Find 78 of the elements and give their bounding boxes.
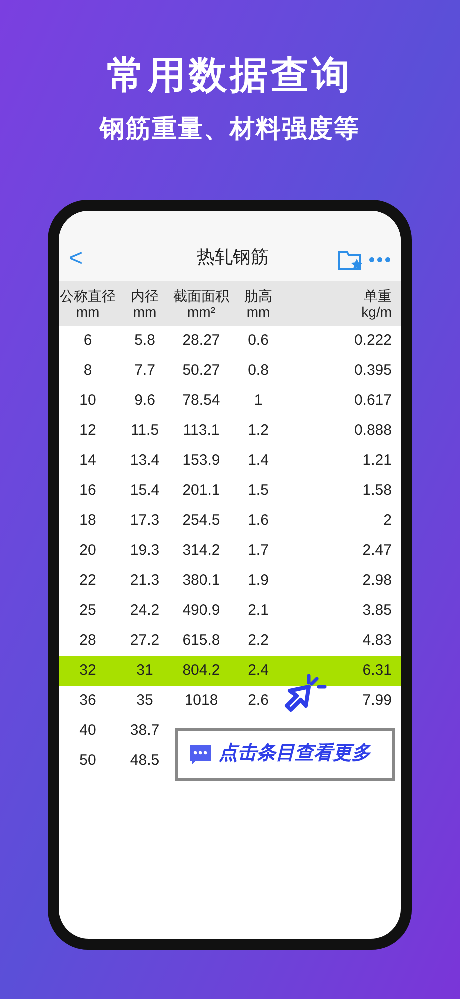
hint-text: 点击条目查看更多 — [219, 742, 371, 766]
table-cell-text: 28.27 — [182, 330, 222, 351]
promo-title: 常用数据查询 — [107, 54, 353, 99]
table-cell-text: 16 — [78, 480, 98, 501]
table-cell-text: 27.2 — [129, 630, 161, 651]
table-cell-text: 5.8 — [134, 330, 156, 351]
table-cell-text: 2.98 — [362, 570, 393, 591]
table-cell-text: 2.4 — [247, 660, 270, 681]
table-cell-text: 17.3 — [129, 510, 161, 531]
table-cell-text: 1.5 — [247, 480, 270, 501]
table-cell-text: 1.4 — [247, 450, 270, 471]
table-cell-text: 19.3 — [129, 540, 161, 561]
table-cell-text: 50 — [78, 750, 98, 771]
column-header: 截面面积 mm² — [173, 288, 230, 320]
table-cell-text: 1 — [253, 390, 264, 411]
column-header: 内径 mm — [130, 288, 160, 320]
table-cell-text: 201.1 — [182, 480, 222, 501]
table-cell-text: 12 — [78, 420, 98, 441]
table-cell-text: 0.6 — [247, 330, 270, 351]
table-cell-text: 14 — [78, 450, 98, 471]
table-cell-text: 6 — [82, 330, 94, 351]
table-cell-text: 0.617 — [353, 390, 393, 411]
table-cell-text: 2.2 — [247, 630, 270, 651]
promo-subtitle: 钢筋重量、材料强度等 — [100, 114, 360, 145]
table-cell-text: 35 — [136, 690, 154, 711]
table-cell-text: 380.1 — [182, 570, 222, 591]
table-cell-text: 490.9 — [182, 600, 222, 621]
table-cell-text: 8 — [82, 360, 94, 381]
table-cell-text: 804.2 — [182, 660, 222, 681]
table-cell-text: 22 — [78, 570, 98, 591]
column-header: 公称直径 mm — [59, 288, 117, 320]
table-cell-text: 21.3 — [129, 570, 161, 591]
table-cell-text: 1.21 — [362, 450, 393, 471]
table-cell-text: 1.58 — [362, 480, 393, 501]
table-cell-text: 615.8 — [182, 630, 222, 651]
table-cell-text: 40 — [78, 720, 98, 741]
table-cell-text: 32 — [78, 660, 98, 681]
table-cell-text: 6.31 — [362, 660, 393, 681]
table-cell-text: 7.7 — [134, 360, 156, 381]
table-cell-text: 18 — [78, 510, 98, 531]
table-cell-text: 10 — [78, 390, 98, 411]
table-cell-text: 2 — [382, 510, 393, 531]
table-cell-text: 15.4 — [129, 480, 161, 501]
table-cell-text: 7.99 — [362, 690, 393, 711]
table-cell-text: 13.4 — [129, 450, 161, 471]
table-cell-text: 1.6 — [247, 510, 270, 531]
table-cell-text: 2.1 — [247, 600, 270, 621]
table-cell-text: 4.83 — [362, 630, 393, 651]
table-cell-text: 2.47 — [362, 540, 393, 561]
table-cell-text: 25 — [78, 600, 98, 621]
table-cell-text: 113.1 — [182, 420, 221, 441]
table-cell-text: 3.85 — [362, 600, 393, 621]
column-header: 肋高 mm — [244, 288, 274, 320]
table-cell-text: 24.2 — [129, 600, 161, 621]
table-cell-text: 153.9 — [182, 450, 222, 471]
table-cell-text: 0.888 — [353, 420, 393, 441]
table-cell-text: 48.5 — [129, 750, 161, 771]
table-cell-text: 28 — [78, 630, 98, 651]
table-cell-text: 31 — [136, 660, 154, 681]
table-cell-text: 1.7 — [247, 540, 270, 561]
column-header: 单重 kg/m — [360, 288, 393, 320]
table-cell-text: 254.5 — [182, 510, 222, 531]
table-cell-text: 2.6 — [247, 690, 270, 711]
table-cell-text: 0.8 — [247, 360, 270, 381]
table-cell-text: 36 — [78, 690, 98, 711]
table-cell-text: 9.6 — [134, 390, 156, 411]
table-cell-text: 1.9 — [247, 570, 270, 591]
table-cell-text: 50.27 — [182, 360, 222, 381]
table-cell-text: 0.222 — [353, 330, 393, 351]
table-cell-text: 11.5 — [130, 420, 160, 441]
table-cell-text: 78.54 — [182, 390, 222, 411]
table-cell-text: 38.7 — [129, 720, 161, 741]
table-cell-text: 20 — [78, 540, 98, 561]
screen-title: 热轧钢筋 — [196, 246, 270, 269]
table-cell-text: 1018 — [184, 690, 220, 711]
table-cell-text: 1.2 — [247, 420, 270, 441]
table-cell-text: 0.395 — [353, 360, 393, 381]
table-cell-text: 314.2 — [182, 540, 222, 561]
